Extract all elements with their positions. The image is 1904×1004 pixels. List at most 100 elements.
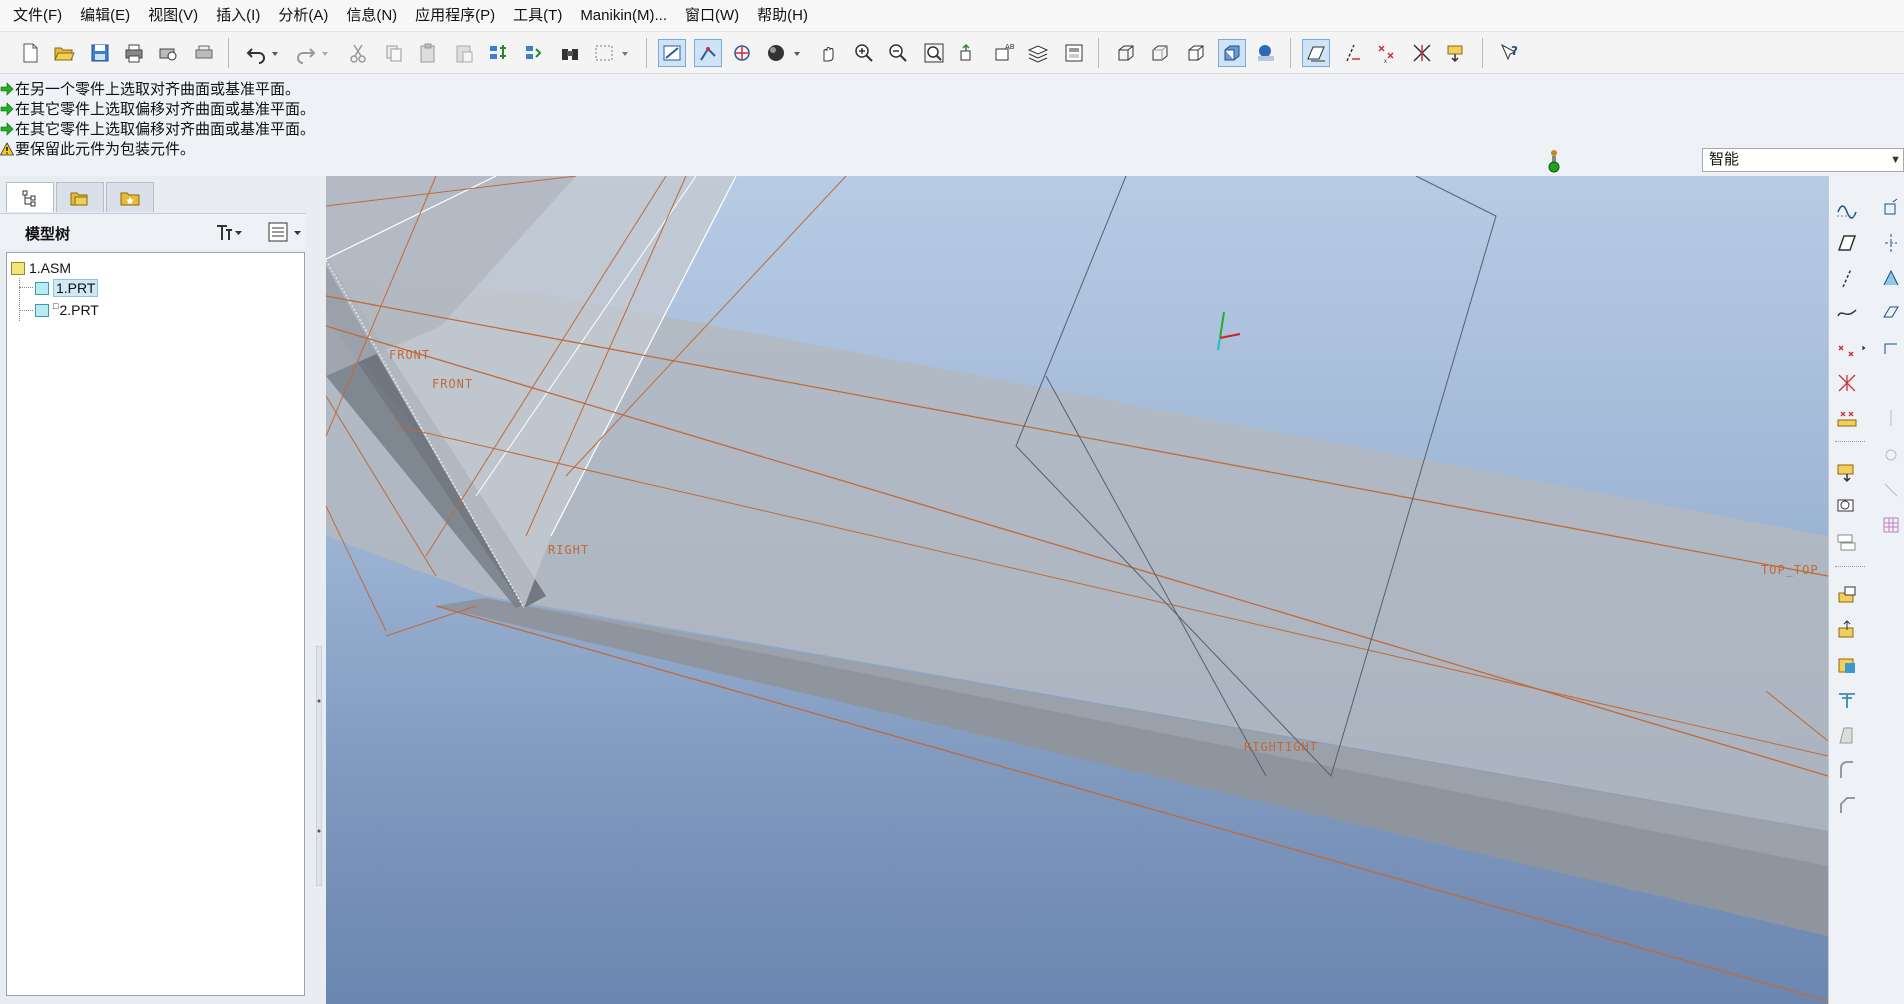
weld-icon[interactable]: [1833, 686, 1861, 714]
datum-axes-display-icon[interactable]: [1338, 39, 1366, 67]
print-icon[interactable]: [120, 39, 148, 67]
print-preview-icon[interactable]: [154, 39, 182, 67]
copy-icon[interactable]: [380, 39, 408, 67]
spin-center-icon[interactable]: [728, 39, 756, 67]
create-component-icon[interactable]: [1833, 493, 1861, 521]
quick-print-icon[interactable]: [190, 39, 218, 67]
wireframe-icon[interactable]: [1112, 39, 1140, 67]
extrude-cut-icon[interactable]: [1833, 581, 1861, 609]
rib-tool-icon[interactable]: [1877, 264, 1904, 292]
context-help-icon[interactable]: ?: [1496, 39, 1524, 67]
undo-dropdown-icon[interactable]: [268, 39, 282, 67]
redo-icon[interactable]: [292, 39, 320, 67]
hidden-line-icon[interactable]: [1146, 39, 1174, 67]
datum-points-icon[interactable]: x: [1372, 39, 1400, 67]
layers-icon[interactable]: [1024, 39, 1052, 67]
component-operations-icon[interactable]: [1833, 528, 1861, 556]
pattern-tool-icon[interactable]: [1877, 441, 1904, 469]
menu-tools[interactable]: 工具(T): [504, 0, 571, 32]
tab-folder-browser[interactable]: [56, 182, 104, 212]
find-icon[interactable]: [556, 39, 584, 67]
flyout-arrow-icon[interactable]: [1859, 334, 1869, 362]
select-box-icon[interactable]: [590, 39, 618, 67]
datum-label-top[interactable]: TOP_TOP: [1761, 563, 1819, 577]
datum-label-right[interactable]: RIGHTIGHT: [1244, 740, 1318, 754]
datum-curve-icon[interactable]: [1833, 299, 1861, 327]
annotation-display-icon[interactable]: [1442, 39, 1470, 67]
reorient-icon[interactable]: [954, 39, 982, 67]
zoom-out-icon[interactable]: [884, 39, 912, 67]
tree-settings-button[interactable]: [214, 220, 244, 244]
datum-label-front[interactable]: FRONT: [432, 377, 473, 391]
cut-icon[interactable]: [344, 39, 372, 67]
datum-label-right[interactable]: RIGHT: [548, 543, 589, 557]
datum-planes-icon[interactable]: [1302, 39, 1330, 67]
menu-manikin[interactable]: Manikin(M)...: [571, 0, 676, 32]
saved-views-icon[interactable]: AB: [990, 39, 1018, 67]
tree-node-part[interactable]: □ 2.PRT: [35, 300, 99, 320]
tab-favorites[interactable]: [106, 182, 154, 212]
menu-analysis[interactable]: 分析(A): [269, 0, 337, 32]
datum-label-front[interactable]: FRONT: [389, 348, 430, 362]
undo-icon[interactable]: [242, 39, 270, 67]
coordinate-system-tool-icon[interactable]: [1833, 369, 1861, 397]
menu-insert[interactable]: 插入(I): [207, 0, 269, 32]
tree-show-button[interactable]: [266, 220, 306, 244]
trim-tool-icon[interactable]: [1877, 476, 1904, 504]
new-file-icon[interactable]: [16, 39, 44, 67]
shell-tool-icon[interactable]: [1877, 299, 1904, 327]
select-dropdown-icon[interactable]: [618, 39, 632, 67]
view-manager-icon[interactable]: [1060, 39, 1088, 67]
round-icon[interactable]: [1833, 756, 1861, 784]
menu-window[interactable]: 窗口(W): [676, 0, 748, 32]
datum-point-tool-icon[interactable]: [1833, 334, 1861, 362]
regen-manager-icon[interactable]: [520, 39, 548, 67]
refit-icon[interactable]: [920, 39, 948, 67]
sketch-icon[interactable]: [1833, 194, 1861, 222]
open-folder-icon[interactable]: [50, 39, 78, 67]
surface-tool-icon[interactable]: [1877, 334, 1904, 362]
zoom-in-icon[interactable]: [850, 39, 878, 67]
menu-applications[interactable]: 应用程序(P): [406, 0, 504, 32]
graphics-viewport[interactable]: FRONT FRONT RIGHT RIGHTIGHT TOP_TOP: [326, 176, 1828, 1004]
chamfer-icon[interactable]: [1833, 791, 1861, 819]
regenerate-icon[interactable]: [484, 39, 512, 67]
menu-edit[interactable]: 编辑(E): [71, 0, 139, 32]
datum-axis-tool-icon[interactable]: [1833, 264, 1861, 292]
no-hidden-icon[interactable]: [1182, 39, 1210, 67]
axis-tool-icon[interactable]: [1877, 229, 1904, 257]
redo-dropdown-icon[interactable]: [318, 39, 332, 67]
tree-node-part[interactable]: 1.PRT: [35, 278, 99, 298]
tree-node-assembly[interactable]: 1.ASM: [11, 258, 71, 278]
menu-info[interactable]: 信息(N): [337, 0, 406, 32]
pan-hand-icon[interactable]: [814, 39, 842, 67]
tab-model-tree[interactable]: [6, 182, 54, 212]
revolve-cut-icon[interactable]: [1833, 616, 1861, 644]
draft-icon[interactable]: [1833, 721, 1861, 749]
datum-plane-tool-icon[interactable]: [1833, 229, 1861, 257]
menu-help[interactable]: 帮助(H): [748, 0, 817, 32]
status-light-icon[interactable]: [1547, 148, 1561, 174]
menu-view[interactable]: 视图(V): [139, 0, 207, 32]
hole-feature-icon[interactable]: [1833, 651, 1861, 679]
panel-sash[interactable]: [316, 646, 322, 886]
datum-display-icon[interactable]: [658, 39, 686, 67]
coordinate-systems-icon[interactable]: [1408, 39, 1436, 67]
shading-icon[interactable]: [762, 39, 790, 67]
shading-dropdown-icon[interactable]: [790, 39, 804, 67]
selection-filter-select[interactable]: 智能 ▼: [1702, 148, 1904, 172]
shaded-icon[interactable]: [1218, 39, 1246, 67]
tree-node-label: 1.ASM: [29, 260, 72, 276]
grid-tool-icon[interactable]: [1877, 511, 1904, 539]
assemble-component-icon[interactable]: [1833, 458, 1861, 486]
save-icon[interactable]: [86, 39, 114, 67]
paste-special-icon[interactable]: [450, 39, 478, 67]
paste-icon[interactable]: [414, 39, 442, 67]
sketch-tool-icon[interactable]: [1877, 194, 1904, 222]
menu-file[interactable]: 文件(F): [4, 0, 71, 32]
analysis-feature-icon[interactable]: [1833, 404, 1861, 432]
mirror-tool-icon[interactable]: [1877, 404, 1904, 432]
enhanced-realism-icon[interactable]: [1252, 39, 1280, 67]
datum-axes-icon[interactable]: [694, 39, 722, 67]
chevron-down-icon[interactable]: ▼: [1890, 149, 1901, 171]
